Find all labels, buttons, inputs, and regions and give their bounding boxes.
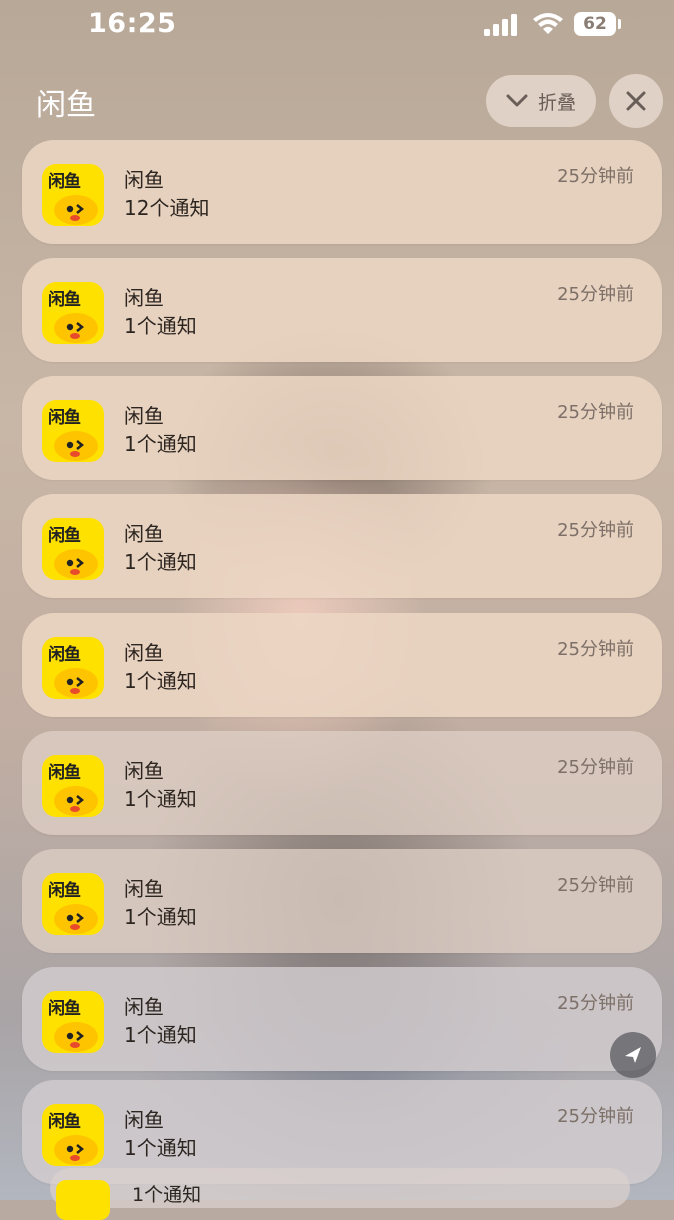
notification-card[interactable]: 闲鱼 闲鱼 1个通知 25分钟前 [22, 494, 662, 598]
notification-time: 25分钟前 [557, 875, 634, 896]
cellular-signal-icon [484, 14, 517, 36]
fish-mascot-icon [54, 549, 98, 579]
xianyu-app-icon: 闲鱼 [42, 755, 104, 817]
notification-app-name: 闲鱼 [124, 522, 164, 546]
chevron-down-icon [506, 94, 528, 107]
close-button[interactable] [609, 74, 663, 128]
notification-app-name: 闲鱼 [124, 759, 164, 783]
fish-mascot-icon [54, 668, 98, 698]
send-icon [625, 1047, 641, 1063]
notification-time: 25分钟前 [557, 520, 634, 541]
status-bar: 16:25 62 [0, 0, 674, 50]
notification-body: 1个通知 [124, 550, 197, 574]
notification-card[interactable]: 闲鱼 闲鱼 1个通知 25分钟前 [22, 376, 662, 480]
notification-app-name: 闲鱼 [124, 877, 164, 901]
xianyu-app-icon: 闲鱼 [42, 518, 104, 580]
xianyu-app-icon [56, 1180, 110, 1220]
notification-card[interactable]: 闲鱼 闲鱼 1个通知 25分钟前 [22, 967, 662, 1071]
notification-body: 1个通知 [124, 669, 197, 693]
notification-body: 12个通知 [124, 196, 210, 220]
close-icon [626, 91, 646, 111]
notification-card[interactable]: 闲鱼 闲鱼 12个通知 25分钟前 [22, 140, 662, 244]
fish-mascot-icon [54, 1135, 98, 1165]
fish-mascot-icon [54, 195, 98, 225]
notification-time: 25分钟前 [557, 284, 634, 305]
notification-card[interactable]: 闲鱼 闲鱼 1个通知 25分钟前 [22, 258, 662, 362]
xianyu-app-icon: 闲鱼 [42, 164, 104, 226]
notification-app-name: 闲鱼 [124, 1108, 164, 1132]
notification-time: 25分钟前 [557, 1106, 634, 1127]
notification-time: 25分钟前 [557, 757, 634, 778]
partial-notification[interactable]: 1个通知 [50, 1168, 630, 1220]
notification-app-name: 闲鱼 [124, 641, 164, 665]
notification-app-name: 闲鱼 [124, 286, 164, 310]
xianyu-app-icon: 闲鱼 [42, 1104, 104, 1166]
partial-notification-body: 1个通知 [132, 1184, 202, 1206]
fish-mascot-icon [54, 786, 98, 816]
notification-body: 1个通知 [124, 787, 197, 811]
collapse-label: 折叠 [537, 91, 576, 114]
notification-body: 1个通知 [124, 314, 197, 338]
fish-mascot-icon [54, 313, 98, 343]
xianyu-app-icon: 闲鱼 [42, 282, 104, 344]
notification-card[interactable]: 闲鱼 闲鱼 1个通知 25分钟前 [22, 849, 662, 953]
notification-app-name: 闲鱼 [124, 404, 164, 428]
battery-indicator: 62 [574, 12, 616, 36]
fish-mascot-icon [54, 1022, 98, 1052]
notification-body: 1个通知 [124, 905, 197, 929]
status-time: 16:25 [88, 8, 177, 39]
notification-body: 1个通知 [124, 432, 197, 456]
notification-time: 25分钟前 [557, 993, 634, 1014]
notification-card[interactable]: 闲鱼 闲鱼 1个通知 25分钟前 [22, 731, 662, 835]
notification-app-name: 闲鱼 [124, 168, 164, 192]
group-title: 闲鱼 [36, 88, 96, 123]
notification-time: 25分钟前 [557, 639, 634, 660]
xianyu-app-icon: 闲鱼 [42, 637, 104, 699]
xianyu-app-icon: 闲鱼 [42, 873, 104, 935]
collapse-button[interactable]: 折叠 [486, 75, 596, 127]
notification-body: 1个通知 [124, 1136, 197, 1160]
wifi-icon [533, 13, 563, 34]
notification-body: 1个通知 [124, 1023, 197, 1047]
notification-app-name: 闲鱼 [124, 995, 164, 1019]
fish-mascot-icon [54, 431, 98, 461]
xianyu-app-icon: 闲鱼 [42, 991, 104, 1053]
battery-nub [618, 19, 621, 29]
xianyu-app-icon: 闲鱼 [42, 400, 104, 462]
fish-mascot-icon [54, 904, 98, 934]
notification-time: 25分钟前 [557, 166, 634, 187]
notification-card[interactable]: 闲鱼 闲鱼 1个通知 25分钟前 [22, 613, 662, 717]
floating-action-button[interactable] [610, 1032, 656, 1078]
notification-time: 25分钟前 [557, 402, 634, 423]
